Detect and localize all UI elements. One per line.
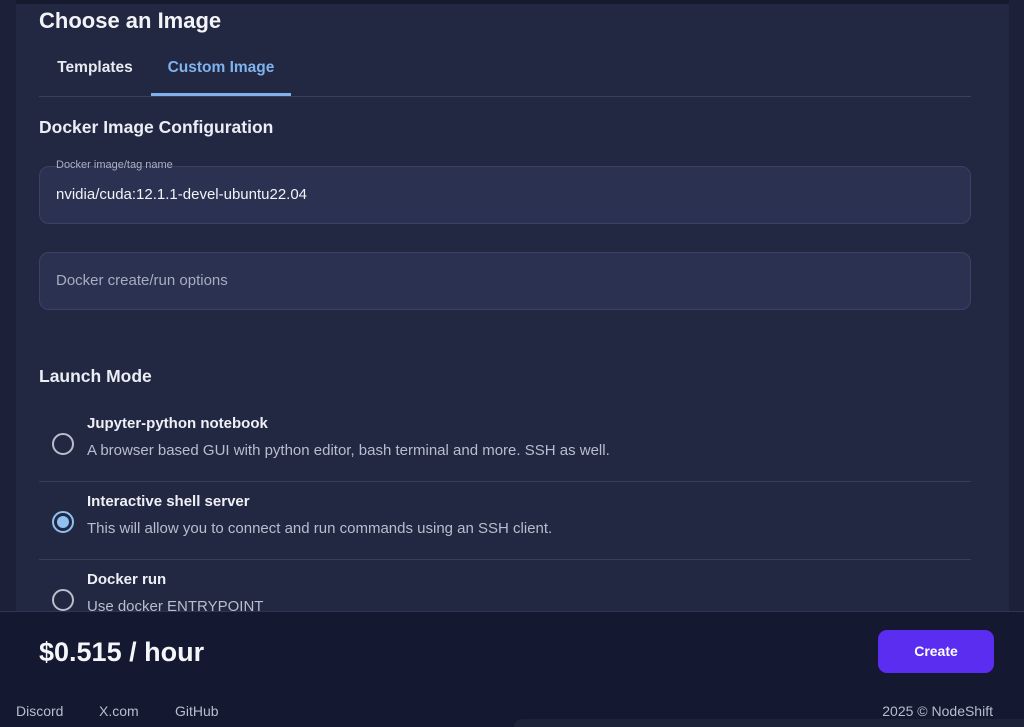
launch-option-title: Jupyter-python notebook [87,415,268,432]
copyright: 2025 © NodeShift [882,703,993,719]
page-title: Choose an Image [39,8,222,33]
docker-options-placeholder[interactable]: Docker create/run options [56,272,228,289]
docker-config-heading: Docker Image Configuration [39,117,274,137]
discord-link[interactable]: Discord [16,703,63,719]
app-window: Choose an Image Templates Custom Image D… [0,0,1024,727]
docker-options-field[interactable]: Docker create/run options [39,252,971,310]
launch-option-title: Docker run [87,571,167,588]
price-label: $0.515 / hour [39,637,205,667]
docker-image-value[interactable]: nvidia/cuda:12.1.1-devel-ubuntu22.04 [56,186,307,203]
radio-jupyter[interactable] [52,433,74,455]
tab-templates[interactable]: Templates [39,52,151,96]
radio-shell[interactable] [52,511,74,533]
footer-bar: $0.515 / hour Create Discord X.com GitHu… [0,611,1024,727]
github-link[interactable]: GitHub [175,703,219,719]
launch-option-description: This will allow you to connect and run c… [87,520,553,537]
launch-option-shell[interactable]: Interactive shell server This will allow… [39,482,971,560]
launch-option-description: A browser based GUI with python editor, … [87,442,610,459]
launch-option-title: Interactive shell server [87,493,250,510]
docker-image-label: Docker image/tag name [56,159,173,171]
launch-option-jupyter[interactable]: Jupyter-python notebook A browser based … [39,404,971,482]
create-button[interactable]: Create [878,630,994,673]
launch-mode-heading: Launch Mode [39,366,152,386]
choose-image-panel: Choose an Image Templates Custom Image D… [16,0,1009,615]
tab-custom-image[interactable]: Custom Image [151,52,291,96]
image-tabs: Templates Custom Image [39,52,971,97]
docker-image-field[interactable]: Docker image/tag name nvidia/cuda:12.1.1… [39,159,971,224]
x-link[interactable]: X.com [99,703,139,719]
radio-docker-run[interactable] [52,589,74,611]
bottom-edge [514,719,1024,727]
